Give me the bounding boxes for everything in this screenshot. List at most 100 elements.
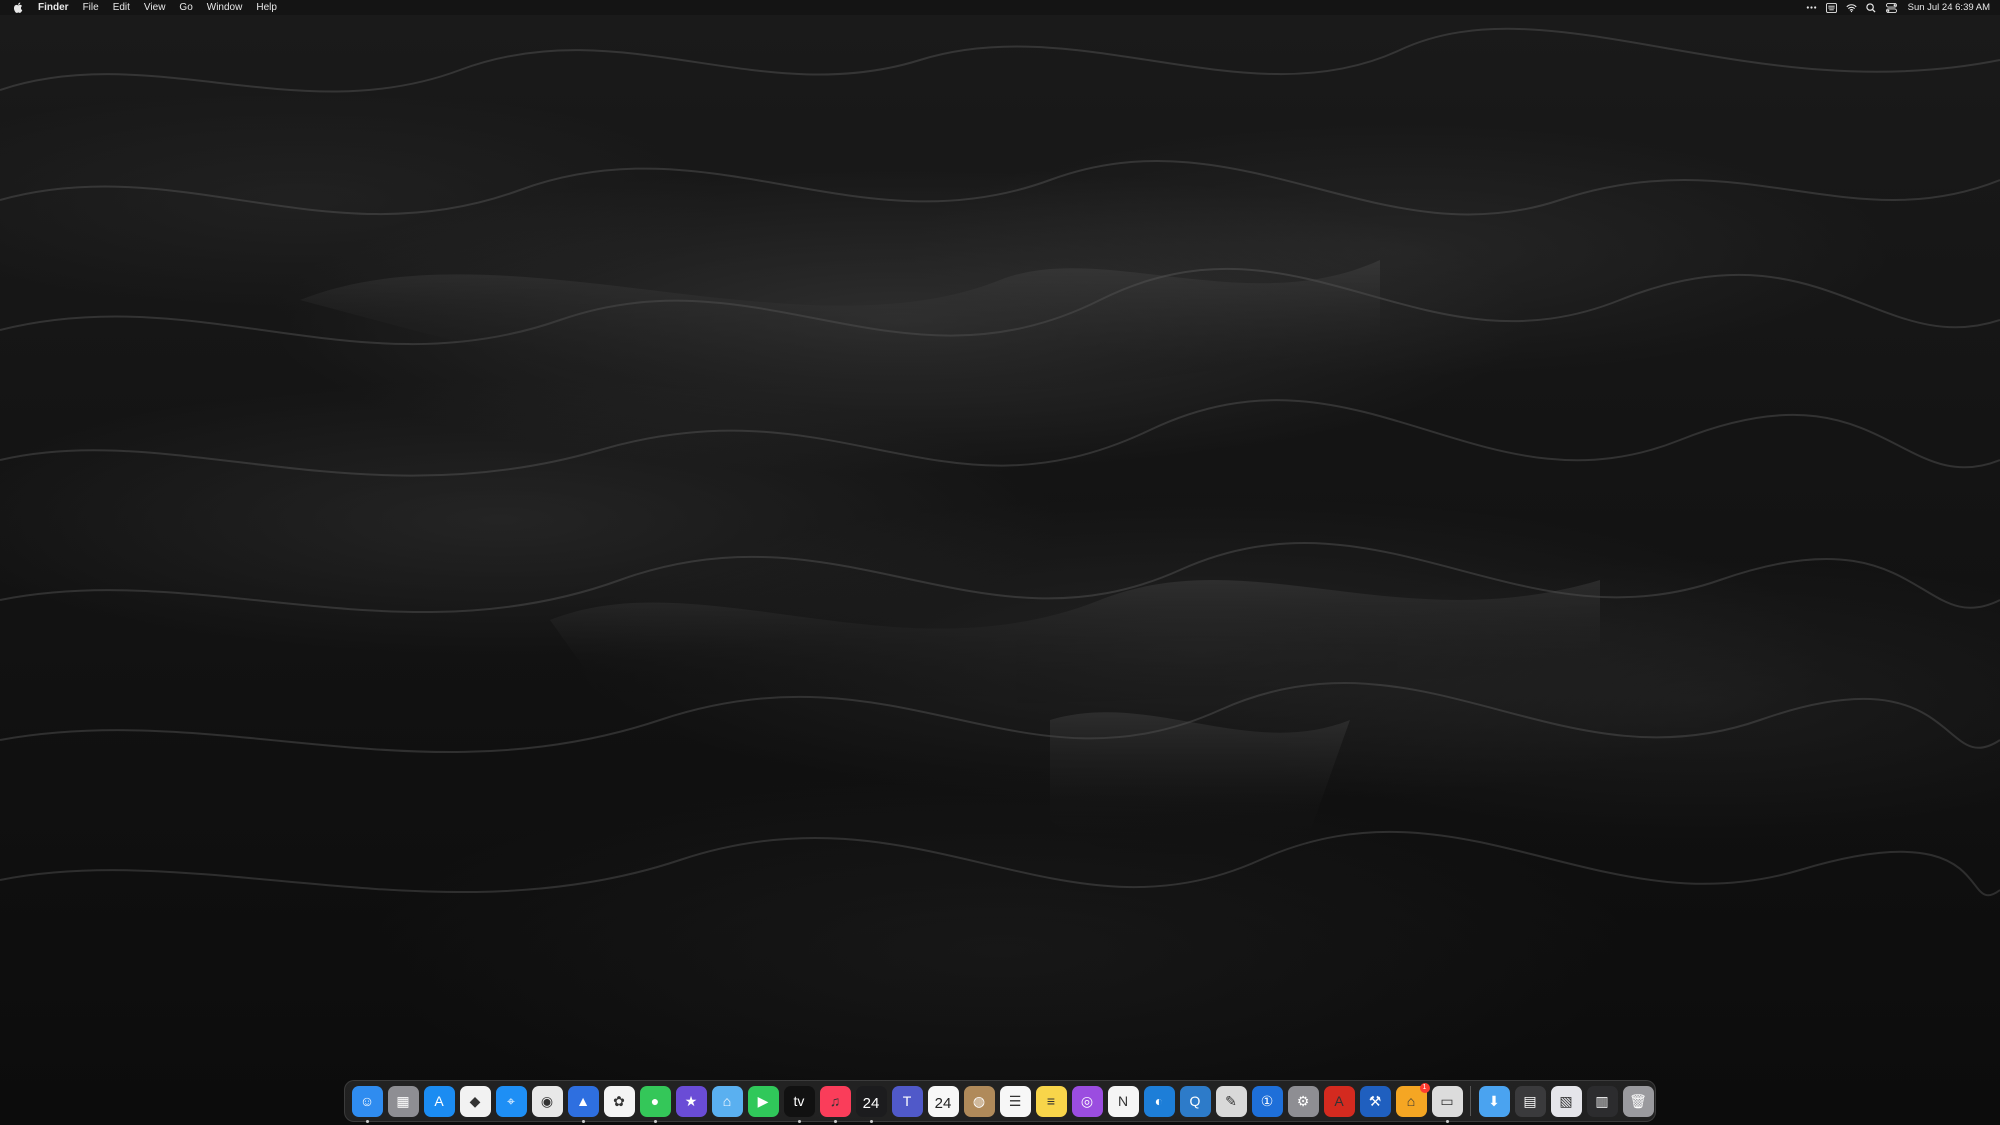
dock-item-news[interactable]: N: [1107, 1085, 1139, 1117]
stack-icon: ▤: [1523, 1092, 1537, 1109]
menu-bar-left: Finder File Edit View Go Window Help: [0, 0, 291, 15]
dock-item-calendar-1[interactable]: 24: [855, 1085, 887, 1123]
1password-icon: ①: [1260, 1092, 1274, 1109]
dock-item-stack-2[interactable]: ▧: [1550, 1085, 1582, 1117]
script-editor-icon: ✎: [1225, 1092, 1237, 1109]
safari-icon: ⌖: [507, 1092, 515, 1109]
dock-item-facetime[interactable]: ▶: [747, 1085, 779, 1117]
dock-item-xcode-instruments[interactable]: ▲: [567, 1085, 599, 1123]
dock-item-dropbox[interactable]: ◆: [459, 1085, 491, 1117]
dock-item-downloads-folder[interactable]: ⬇: [1478, 1085, 1510, 1117]
dock-separator: [1470, 1086, 1471, 1116]
dock-item-safari[interactable]: ⌖: [495, 1085, 527, 1117]
dock-item-reminders[interactable]: ☰: [999, 1085, 1031, 1117]
podcasts-icon: ◎: [1080, 1092, 1094, 1109]
app-store-icon: A: [434, 1093, 444, 1109]
wallpaper-waves: [0, 27, 2000, 897]
more-icon[interactable]: [1806, 2, 1817, 13]
calendar-icon: 24: [934, 1095, 952, 1112]
dock-item-stack-1[interactable]: ▤: [1514, 1085, 1546, 1117]
running-indicator: [653, 1119, 657, 1123]
dock-item-imovie[interactable]: ★: [675, 1085, 707, 1117]
menu-bar-right: Sun Jul 24 6:39 AM: [1806, 0, 1990, 15]
running-indicator: [797, 1119, 801, 1123]
dock-item-chrome[interactable]: ◉: [531, 1085, 563, 1117]
screenshot-stack-icon: ▥: [1595, 1092, 1609, 1109]
dock-item-home[interactable]: ⌂ 1: [1395, 1082, 1430, 1117]
dock-item-podcasts[interactable]: ◎: [1071, 1085, 1103, 1117]
dock-item-teams[interactable]: T: [891, 1085, 923, 1117]
keyboard-input-icon[interactable]: [1825, 2, 1837, 13]
dock-item-system-preferences[interactable]: ⚙: [1287, 1085, 1319, 1117]
dock-item-xcode[interactable]: ⚒: [1359, 1085, 1391, 1117]
menu-file[interactable]: File: [83, 2, 99, 13]
dock-item-calendar-2[interactable]: 24: [927, 1085, 959, 1117]
menu-bar-clock[interactable]: Sun Jul 24 6:39 AM: [1908, 2, 1990, 13]
music-icon: ♫: [829, 1093, 841, 1109]
running-indicator: [869, 1119, 873, 1123]
control-center-icon[interactable]: [1885, 2, 1897, 13]
maps-icon: ⌂: [722, 1093, 732, 1109]
dock-item-notes[interactable]: ≡: [1035, 1085, 1067, 1117]
star-icon: ★: [684, 1092, 698, 1109]
launchpad-icon: ▦: [396, 1092, 410, 1109]
dock-item-trash[interactable]: 🗑: [1622, 1085, 1654, 1117]
news-icon: N: [1117, 1093, 1129, 1109]
dock-item-acrobat[interactable]: A: [1323, 1085, 1355, 1117]
desktop: Finder File Edit View Go Window Help Sun…: [0, 0, 2000, 1125]
dock-item-finder[interactable]: ☺: [351, 1085, 383, 1123]
dock-item-stack-3[interactable]: ▥: [1586, 1085, 1618, 1117]
dock-item-app-store[interactable]: A: [423, 1085, 455, 1117]
gear-icon: ⚙: [1296, 1092, 1310, 1109]
globe-icon: ◐: [1154, 1093, 1164, 1109]
facetime-icon: ▶: [757, 1092, 769, 1109]
screen-sharing-icon: ▭: [1440, 1092, 1454, 1109]
dock-item-screen-sharing[interactable]: ▭: [1431, 1085, 1463, 1123]
menu-help[interactable]: Help: [256, 2, 277, 13]
maps-arrow-icon: ▲: [576, 1093, 590, 1109]
calendar-icon: 24: [862, 1095, 880, 1112]
running-indicator: [1445, 1119, 1449, 1123]
teams-icon: T: [902, 1093, 912, 1109]
home-icon: ⌂: [1406, 1093, 1416, 1109]
running-indicator: [833, 1119, 837, 1123]
dock-item-photos[interactable]: ✿: [603, 1085, 635, 1117]
dock-item-maps[interactable]: ⌂: [711, 1085, 743, 1117]
acrobat-icon: A: [1334, 1093, 1344, 1109]
messages-icon: ●: [650, 1093, 660, 1109]
trash-icon: 🗑: [1629, 1092, 1647, 1109]
menu-edit[interactable]: Edit: [113, 2, 130, 13]
dock-item-music[interactable]: ♫: [819, 1085, 851, 1123]
dock-item-contacts[interactable]: ◍: [963, 1085, 995, 1117]
apple-menu-icon[interactable]: [12, 2, 24, 14]
dock-item-apple-tv[interactable]: tv: [783, 1085, 815, 1123]
xcode-icon: ⚒: [1368, 1092, 1382, 1109]
menu-app-name[interactable]: Finder: [38, 2, 69, 13]
notification-badge: 1: [1419, 1082, 1430, 1093]
running-indicator: [581, 1119, 585, 1123]
dock-item-messages[interactable]: ●: [639, 1085, 671, 1123]
chrome-icon: ◉: [540, 1092, 554, 1109]
dock: ☺ ▦ A ◆ ⌖ ◉ ▲ ✿ ● ★ ⌂ ▶ tv ♫ 24 T 24 ◍ ☰ ≡ ◎ N ◐ Q ✎ ① ⚙ A ⚒ ⌂ 1 ▭ ⬇ ▤ ▧ ▥ 🗑: [344, 1080, 1656, 1123]
dock-item-1password[interactable]: ①: [1251, 1085, 1283, 1117]
menu-go[interactable]: Go: [179, 2, 192, 13]
photos-icon: ✿: [613, 1092, 625, 1109]
dock-item-blue-app[interactable]: ◐: [1143, 1085, 1175, 1117]
spotlight-search-icon[interactable]: [1866, 2, 1877, 13]
reminders-icon: ☰: [1008, 1092, 1022, 1109]
quicktime-icon: Q: [1189, 1093, 1201, 1109]
document-stack-icon: ▧: [1559, 1092, 1573, 1109]
wifi-icon[interactable]: [1846, 2, 1857, 13]
apple-tv-icon: tv: [793, 1093, 805, 1109]
menu-window[interactable]: Window: [207, 2, 243, 13]
menu-view[interactable]: View: [144, 2, 166, 13]
contacts-icon: ◍: [972, 1092, 986, 1109]
dock-item-launchpad[interactable]: ▦: [387, 1085, 419, 1117]
running-indicator: [365, 1119, 369, 1123]
dock-item-quicktime[interactable]: Q: [1179, 1085, 1211, 1117]
folder-icon: ⬇: [1488, 1092, 1500, 1109]
dock-item-script-editor[interactable]: ✎: [1215, 1085, 1247, 1117]
menu-bar: Finder File Edit View Go Window Help Sun…: [0, 0, 2000, 15]
notes-icon: ≡: [1046, 1093, 1056, 1109]
dropbox-icon: ◆: [469, 1092, 481, 1109]
